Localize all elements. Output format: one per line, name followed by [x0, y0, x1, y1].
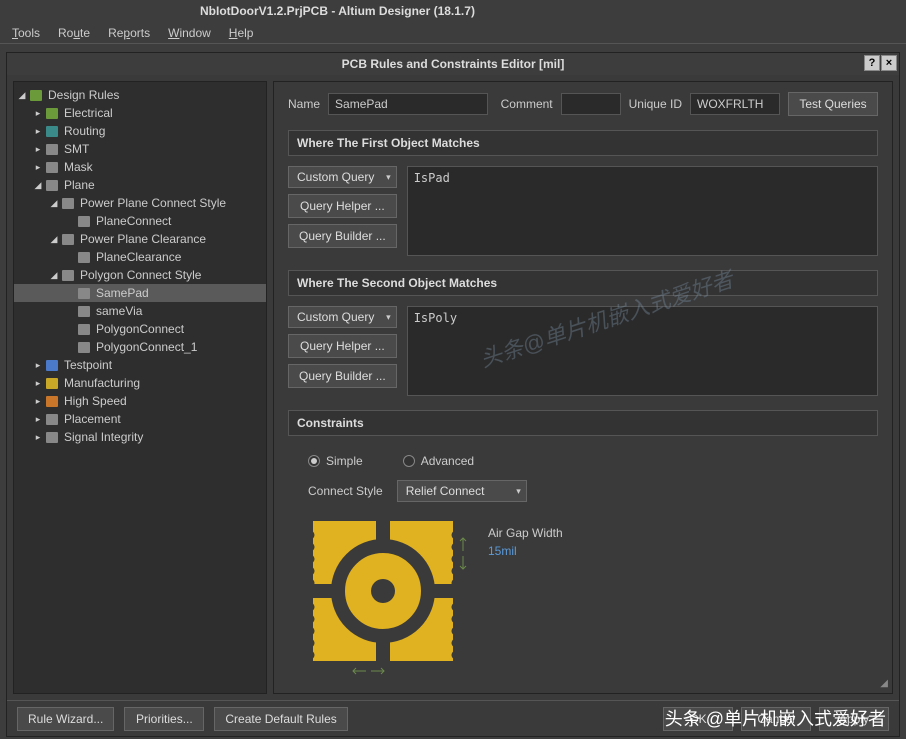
tree-mask[interactable]: ▸Mask [14, 158, 266, 176]
tree-planeclearance[interactable]: PlaneClearance [14, 248, 266, 266]
tree-testpoint[interactable]: ▸Testpoint [14, 356, 266, 374]
rules-editor-dialog: PCB Rules and Constraints Editor [mil] ?… [6, 52, 900, 737]
radio-dot-icon [403, 455, 415, 467]
menu-bar: Tools Route Reports Window Help [0, 22, 906, 44]
comment-input[interactable] [561, 93, 621, 115]
tree-ppc[interactable]: ◢Power Plane Clearance [14, 230, 266, 248]
cancel-button[interactable]: Cancel [741, 707, 811, 731]
section2-query-text[interactable]: IsPoly [407, 306, 878, 396]
relief-preview [308, 516, 468, 676]
dialog-title: PCB Rules and Constraints Editor [mil] [342, 57, 565, 71]
menu-window[interactable]: Window [160, 24, 219, 42]
menu-route[interactable]: Route [50, 24, 98, 42]
tree-polygonconnect[interactable]: PolygonConnect [14, 320, 266, 338]
dialog-footer: Rule Wizard... Priorities... Create Defa… [7, 700, 899, 736]
rules-tree[interactable]: ◢Design Rules ▸Electrical ▸Routing ▸SMT … [13, 81, 267, 694]
connect-style-dropdown[interactable]: Relief Connect [397, 480, 527, 502]
menu-help[interactable]: Help [221, 24, 262, 42]
tree-electrical[interactable]: ▸Electrical [14, 104, 266, 122]
priorities-button[interactable]: Priorities... [124, 707, 204, 731]
dialog-title-bar: PCB Rules and Constraints Editor [mil] ?… [7, 53, 899, 75]
window-title: NbIotDoorV1.2.PrjPCB - Altium Designer (… [200, 4, 475, 18]
tree-signal[interactable]: ▸Signal Integrity [14, 428, 266, 446]
section2-scope-dropdown[interactable]: Custom Query [288, 306, 397, 328]
section2-query-builder-button[interactable]: Query Builder ... [288, 364, 397, 388]
section1-header: Where The First Object Matches [288, 130, 878, 156]
connect-style-label: Connect Style [308, 484, 383, 498]
test-queries-button[interactable]: Test Queries [788, 92, 878, 116]
air-gap-label: Air Gap Width [488, 526, 563, 540]
tree-ppcs[interactable]: ◢Power Plane Connect Style [14, 194, 266, 212]
tree-root[interactable]: ◢Design Rules [14, 86, 266, 104]
section1-query-builder-button[interactable]: Query Builder ... [288, 224, 397, 248]
tree-samepad[interactable]: SamePad [14, 284, 266, 302]
rule-content: Name Comment Unique ID Test Queries Wher… [273, 81, 893, 694]
section1-query-helper-button[interactable]: Query Helper ... [288, 194, 397, 218]
section2-header: Where The Second Object Matches [288, 270, 878, 296]
scroll-corner-icon[interactable]: ◢ [880, 678, 888, 689]
constraints-header: Constraints [288, 410, 878, 436]
section2-query-helper-button[interactable]: Query Helper ... [288, 334, 397, 358]
apply-button[interactable]: Apply [819, 707, 889, 731]
uniqueid-input[interactable] [690, 93, 780, 115]
tree-pcs[interactable]: ◢Polygon Connect Style [14, 266, 266, 284]
help-icon[interactable]: ? [864, 55, 880, 71]
radio-advanced[interactable]: Advanced [403, 454, 474, 468]
section1-scope-dropdown[interactable]: Custom Query [288, 166, 397, 188]
air-gap-value[interactable]: 15mil [488, 544, 563, 558]
menu-tools[interactable]: Tools [4, 24, 48, 42]
ok-button[interactable]: OK [663, 707, 733, 731]
create-default-button[interactable]: Create Default Rules [214, 707, 347, 731]
name-input[interactable] [328, 93, 488, 115]
tree-plane[interactable]: ◢Plane [14, 176, 266, 194]
section1-query-text[interactable]: IsPad [407, 166, 878, 256]
menu-reports[interactable]: Reports [100, 24, 158, 42]
tree-routing[interactable]: ▸Routing [14, 122, 266, 140]
rule-wizard-button[interactable]: Rule Wizard... [17, 707, 114, 731]
tree-highspeed[interactable]: ▸High Speed [14, 392, 266, 410]
tree-planeconnect[interactable]: PlaneConnect [14, 212, 266, 230]
uniqueid-label: Unique ID [629, 97, 682, 111]
tree-manufacturing[interactable]: ▸Manufacturing [14, 374, 266, 392]
tree-polygonconnect1[interactable]: PolygonConnect_1 [14, 338, 266, 356]
tree-placement[interactable]: ▸Placement [14, 410, 266, 428]
radio-dot-icon [308, 455, 320, 467]
tree-smt[interactable]: ▸SMT [14, 140, 266, 158]
window-title-bar: NbIotDoorV1.2.PrjPCB - Altium Designer (… [0, 0, 906, 22]
close-icon[interactable]: × [881, 55, 897, 71]
tree-samevia[interactable]: sameVia [14, 302, 266, 320]
radio-simple[interactable]: Simple [308, 454, 363, 468]
name-label: Name [288, 97, 320, 111]
comment-label: Comment [501, 97, 553, 111]
